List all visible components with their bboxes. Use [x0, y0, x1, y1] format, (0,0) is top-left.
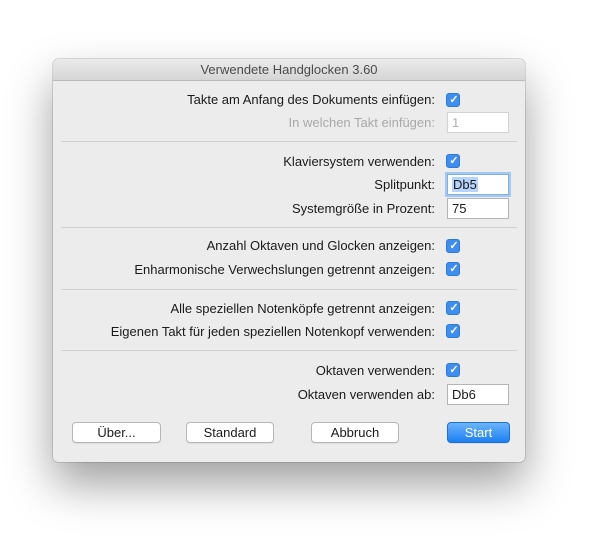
abbruch-button[interactable]: Abbruch — [311, 422, 399, 443]
enharmonische-label: Enharmonische Verwechslungen getrennt an… — [134, 262, 435, 277]
systemgroesse-label: Systemgröße in Prozent: — [291, 201, 435, 216]
oktaven-ab-label: Oktaven verwenden ab: — [297, 387, 435, 402]
checkmark-icon: ✓ — [449, 155, 459, 167]
separator — [61, 350, 517, 351]
notenkoepfe-label: Alle speziellen Notenköpfe getrennt anze… — [170, 301, 435, 316]
ueber-button[interactable]: Über... — [72, 422, 161, 443]
checkmark-icon: ✓ — [449, 325, 459, 337]
in-welchen-takt-field[interactable]: 1 — [447, 112, 509, 133]
start-button[interactable]: Start — [447, 422, 510, 443]
klaviersystem-checkbox[interactable]: ✓ — [446, 154, 460, 168]
checkmark-icon: ✓ — [449, 240, 459, 252]
checkmark-icon: ✓ — [449, 263, 459, 275]
window-title: Verwendete Handglocken 3.60 — [53, 59, 525, 81]
checkmark-icon: ✓ — [449, 302, 459, 314]
oktaven-verwenden-checkbox[interactable]: ✓ — [446, 363, 460, 377]
dialog-window: Verwendete Handglocken 3.60 Takte am Anf… — [53, 59, 525, 462]
standard-button[interactable]: Standard — [186, 422, 274, 443]
notenkoepfe-checkbox[interactable]: ✓ — [446, 301, 460, 315]
takte-einfuegen-checkbox[interactable]: ✓ — [446, 93, 460, 107]
takte-einfuegen-label: Takte am Anfang des Dokuments einfügen: — [187, 92, 435, 107]
oktaven-verwenden-label: Oktaven verwenden: — [315, 363, 435, 378]
eigener-takt-label: Eigenen Takt für jeden speziellen Notenk… — [110, 324, 435, 339]
separator — [61, 227, 517, 228]
separator — [61, 289, 517, 290]
oktaven-ab-field[interactable]: Db6 — [447, 384, 509, 405]
anzahl-oktaven-label: Anzahl Oktaven und Glocken anzeigen: — [206, 238, 435, 253]
splitpunkt-label: Splitpunkt: — [374, 177, 435, 192]
separator — [61, 141, 517, 142]
klaviersystem-label: Klaviersystem verwenden: — [283, 154, 435, 169]
systemgroesse-field[interactable]: 75 — [447, 198, 509, 219]
enharmonische-checkbox[interactable]: ✓ — [446, 262, 460, 276]
anzahl-oktaven-checkbox[interactable]: ✓ — [446, 239, 460, 253]
splitpunkt-value: Db5 — [452, 177, 478, 192]
checkmark-icon: ✓ — [449, 364, 459, 376]
splitpunkt-field[interactable]: Db5 — [447, 174, 509, 195]
checkmark-icon: ✓ — [449, 94, 459, 106]
in-welchen-takt-label: In welchen Takt einfügen: — [288, 115, 435, 130]
eigener-takt-checkbox[interactable]: ✓ — [446, 324, 460, 338]
